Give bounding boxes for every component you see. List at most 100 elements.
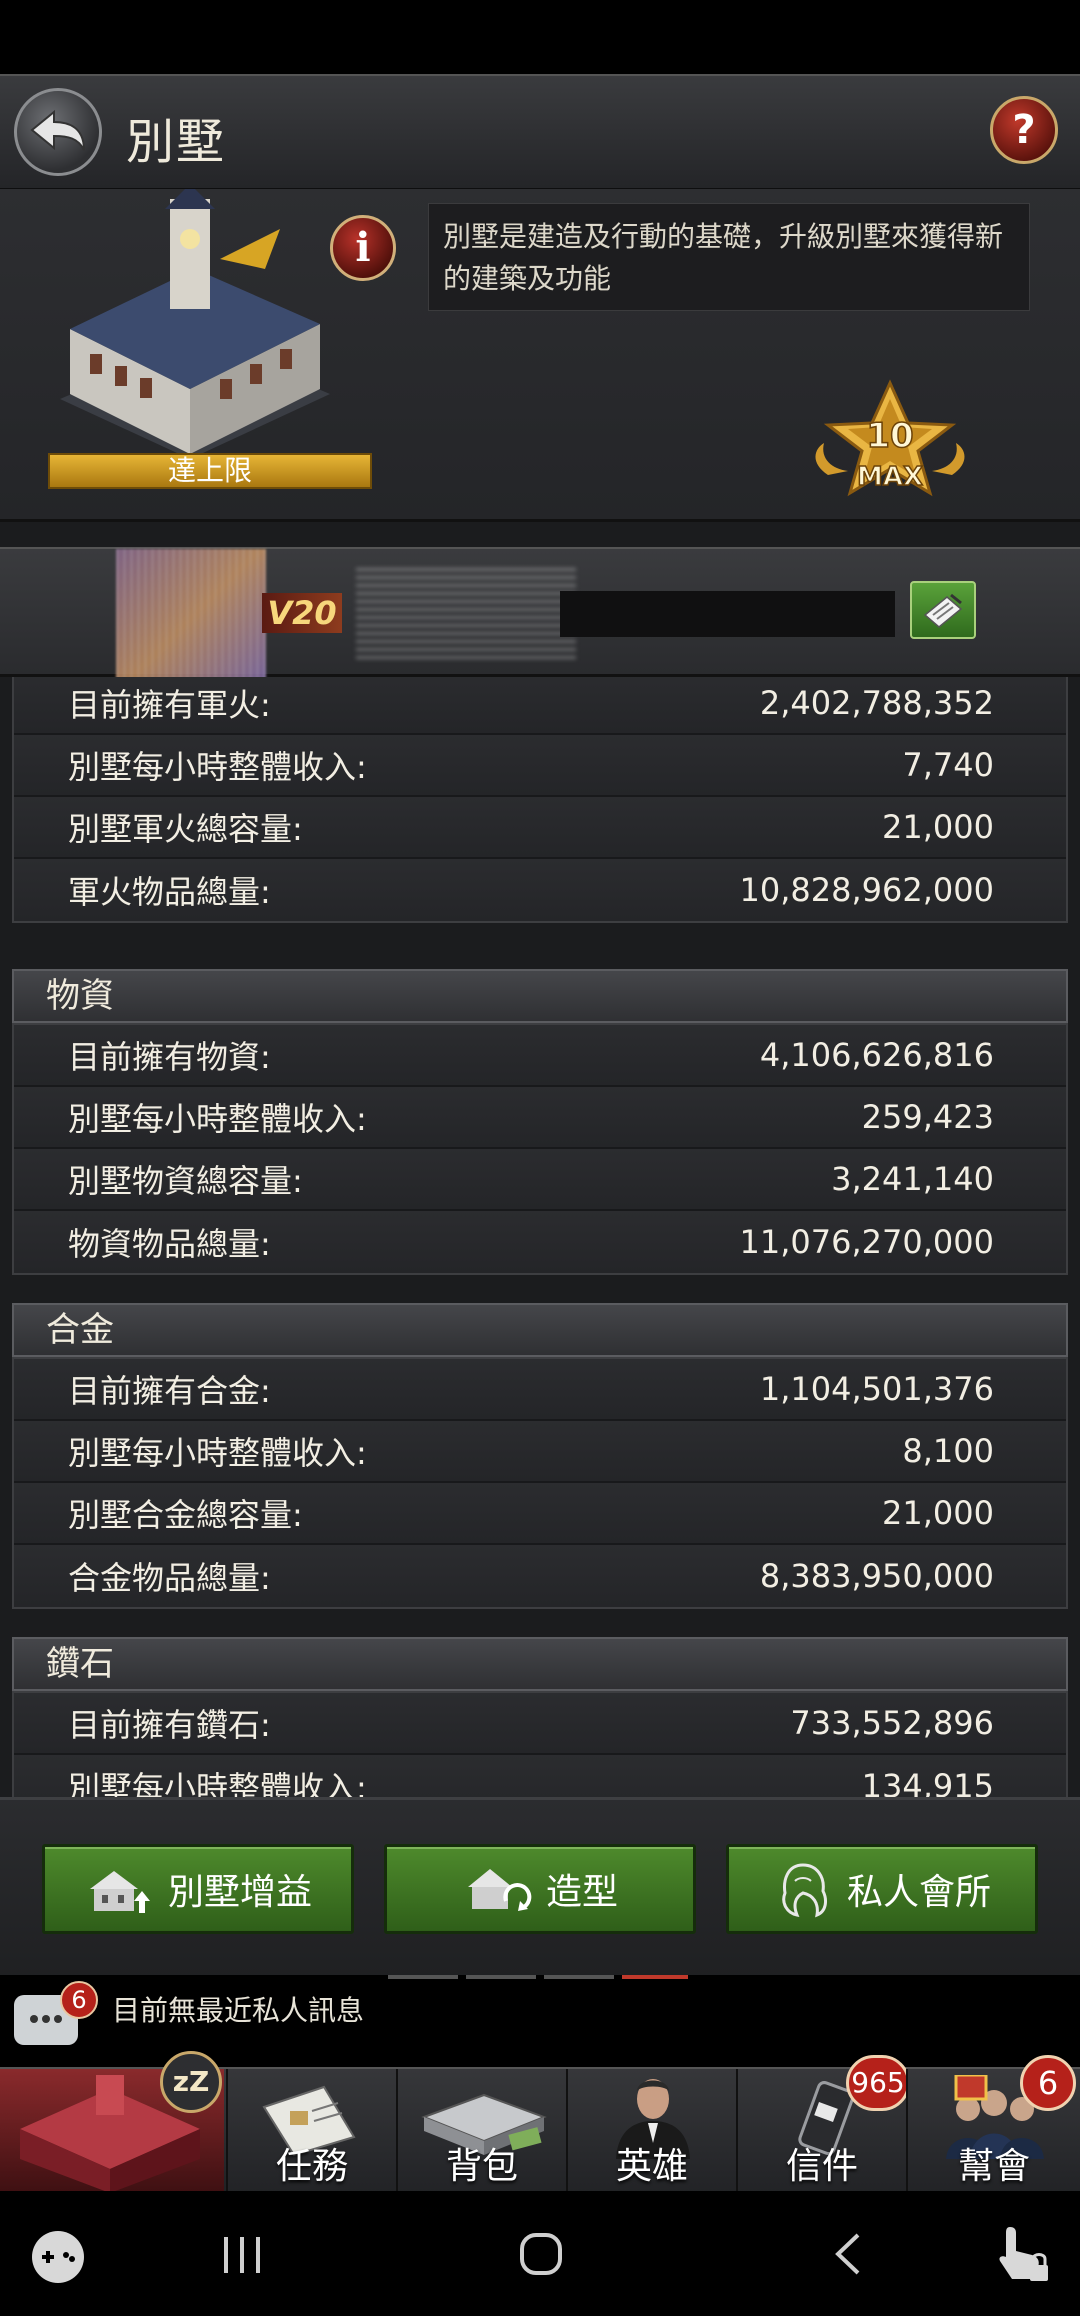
row-value: 21,000 [882, 808, 994, 846]
list-item: 別墅每小時整體收入: 134,915 [14, 1755, 1066, 1797]
sleep-badge: zZ [160, 2051, 222, 2113]
chat-tab-indicator [388, 1975, 688, 1979]
player-bar: V20 [0, 547, 1080, 689]
villa-style-icon [467, 1869, 532, 1911]
private-club-label: 私人會所 [846, 1872, 991, 1913]
villa-buff-label: 別墅增益 [167, 1872, 312, 1913]
list-item: 別墅每小時整體收入: 7,740 [14, 735, 1066, 797]
edit-name-button[interactable] [910, 581, 976, 639]
row-label: 別墅每小時整體收入: [68, 1769, 367, 1797]
nav-mail-label: 信件 [785, 2146, 858, 2187]
row-value: 2,402,788,352 [759, 684, 994, 722]
row-label: 目前擁有軍火: [68, 686, 271, 724]
row-label: 別墅軍火總容量: [68, 810, 303, 848]
row-label: 別墅每小時整體收入: [68, 1100, 367, 1138]
list-item: 合金物品總量: 8,383,950,000 [14, 1545, 1066, 1607]
home-icon[interactable] [518, 2231, 564, 2277]
row-label: 別墅每小時整體收入: [68, 748, 367, 786]
system-nav-bar [0, 2191, 1080, 2316]
row-value: 1,104,501,376 [759, 1370, 994, 1408]
row-value: 8,100 [902, 1432, 994, 1470]
info-icon[interactable]: i [330, 215, 396, 281]
row-value: 21,000 [882, 1494, 994, 1532]
list-item: 別墅合金總容量: 21,000 [14, 1483, 1066, 1545]
row-value: 733,552,896 [790, 1704, 994, 1742]
style-label: 造型 [545, 1872, 618, 1913]
row-label: 軍火物品總量: [68, 873, 271, 911]
row-value: 4,106,626,816 [759, 1036, 994, 1074]
supplies-rows: 目前擁有物資: 4,106,626,816 別墅每小時整體收入: 259,423 別… [12, 1023, 1068, 1275]
row-label: 目前擁有合金: [68, 1372, 271, 1410]
villa-buff-button[interactable]: 別墅增益 [42, 1844, 354, 1934]
building-info-panel: 達上限 i 別墅是建造及行動的基礎，升級別墅來獲得新的建築及功能 10 MAX [0, 189, 1080, 522]
touch-lock-icon[interactable] [992, 2221, 1052, 2285]
private-message-bar[interactable]: 6 目前無最近私人訊息 [0, 1975, 1080, 2067]
max-level-number: 10 [866, 416, 913, 456]
nav-heroes[interactable]: 英雄 [566, 2069, 736, 2193]
section-header-supplies: 物資 [12, 969, 1068, 1023]
player-avatar[interactable] [116, 549, 266, 689]
recent-apps-icon[interactable] [220, 2235, 264, 2275]
row-value: 259,423 [861, 1098, 994, 1136]
villa-building-image [60, 189, 330, 459]
list-item: 別墅軍火總容量: 21,000 [14, 797, 1066, 859]
row-label: 別墅合金總容量: [68, 1496, 303, 1534]
alloy-rows: 目前擁有合金: 1,104,501,376 別墅每小時整體收入: 8,100 別墅合… [12, 1357, 1068, 1609]
ammo-rows: 目前擁有軍火: 2,402,788,352 別墅每小時整體收入: 7,740 別墅軍… [12, 677, 1068, 923]
vip-badge: V20 [262, 593, 342, 633]
back-arrow-icon [30, 109, 85, 151]
max-level-text: MAX [857, 462, 923, 492]
list-item: 目前擁有合金: 1,104,501,376 [14, 1359, 1066, 1421]
row-value: 10,828,962,000 [739, 871, 994, 909]
list-item: 別墅每小時整體收入: 259,423 [14, 1087, 1066, 1149]
page-title: 別墅 [126, 114, 227, 170]
nav-heroes-label: 英雄 [615, 2146, 688, 2187]
private-club-button[interactable]: 私人會所 [726, 1844, 1038, 1934]
back-nav-icon[interactable] [830, 2231, 866, 2277]
section-header-diamonds: 鑽石 [12, 1637, 1068, 1691]
row-value: 3,241,140 [831, 1160, 994, 1198]
nav-bag-label: 背包 [445, 2146, 518, 2187]
game-bottom-nav: zZ 任務 背包 英雄 信件 965 幫會 6 [0, 2051, 1080, 2193]
game-controller-icon[interactable] [30, 2229, 86, 2285]
row-label: 目前擁有鑽石: [68, 1706, 271, 1744]
list-item: 目前擁有物資: 4,106,626,816 [14, 1025, 1066, 1087]
list-item: 目前擁有軍火: 2,402,788,352 [14, 677, 1066, 735]
list-item: 物資物品總量: 11,076,270,000 [14, 1211, 1066, 1273]
nav-tasks-label: 任務 [275, 2146, 348, 2187]
action-button-strip: 別墅增益 造型 私人會所 [0, 1797, 1080, 1978]
help-button[interactable]: ? [990, 96, 1058, 164]
player-name-field [560, 591, 895, 637]
resource-list[interactable]: 目前擁有軍火: 2,402,788,352 別墅每小時整體收入: 7,740 別墅軍… [12, 677, 1068, 1797]
player-name-blurred [356, 563, 576, 659]
message-count-badge: 6 [60, 1981, 98, 2019]
row-value: 8,383,950,000 [759, 1557, 994, 1595]
nav-bag[interactable]: 背包 [396, 2069, 566, 2193]
row-value: 11,076,270,000 [739, 1223, 994, 1261]
header-bar: 別墅 ? [0, 74, 1080, 191]
list-item: 目前擁有鑽石: 733,552,896 [14, 1693, 1066, 1755]
nav-guild-label: 幫會 [957, 2146, 1030, 2187]
back-button[interactable] [14, 88, 102, 176]
list-item: 軍火物品總量: 10,828,962,000 [14, 859, 1066, 921]
message-preview: 目前無最近私人訊息 [112, 1994, 365, 2027]
list-item: 別墅物資總容量: 3,241,140 [14, 1149, 1066, 1211]
row-label: 目前擁有物資: [68, 1038, 271, 1076]
row-label: 物資物品總量: [68, 1225, 271, 1263]
diamond-rows: 目前擁有鑽石: 733,552,896 別墅每小時整體收入: 134,915 [12, 1691, 1068, 1797]
guild-count-badge: 6 [1020, 2055, 1076, 2111]
villa-upgrade-icon [89, 1871, 150, 1913]
row-value: 7,740 [902, 746, 994, 784]
row-value: 134,915 [861, 1767, 994, 1797]
section-header-alloy: 合金 [12, 1303, 1068, 1357]
lady-silhouette-icon [782, 1863, 827, 1918]
row-label: 合金物品總量: [68, 1559, 271, 1597]
nav-tasks[interactable]: 任務 [226, 2069, 396, 2193]
style-button[interactable]: 造型 [384, 1844, 696, 1934]
level-limit-bar: 達上限 [48, 453, 372, 489]
max-level-star-badge: 10 MAX [815, 379, 965, 497]
row-label: 別墅每小時整體收入: [68, 1434, 367, 1472]
list-item: 別墅每小時整體收入: 8,100 [14, 1421, 1066, 1483]
row-label: 別墅物資總容量: [68, 1162, 303, 1200]
mail-count-badge: 965 [846, 2055, 910, 2111]
